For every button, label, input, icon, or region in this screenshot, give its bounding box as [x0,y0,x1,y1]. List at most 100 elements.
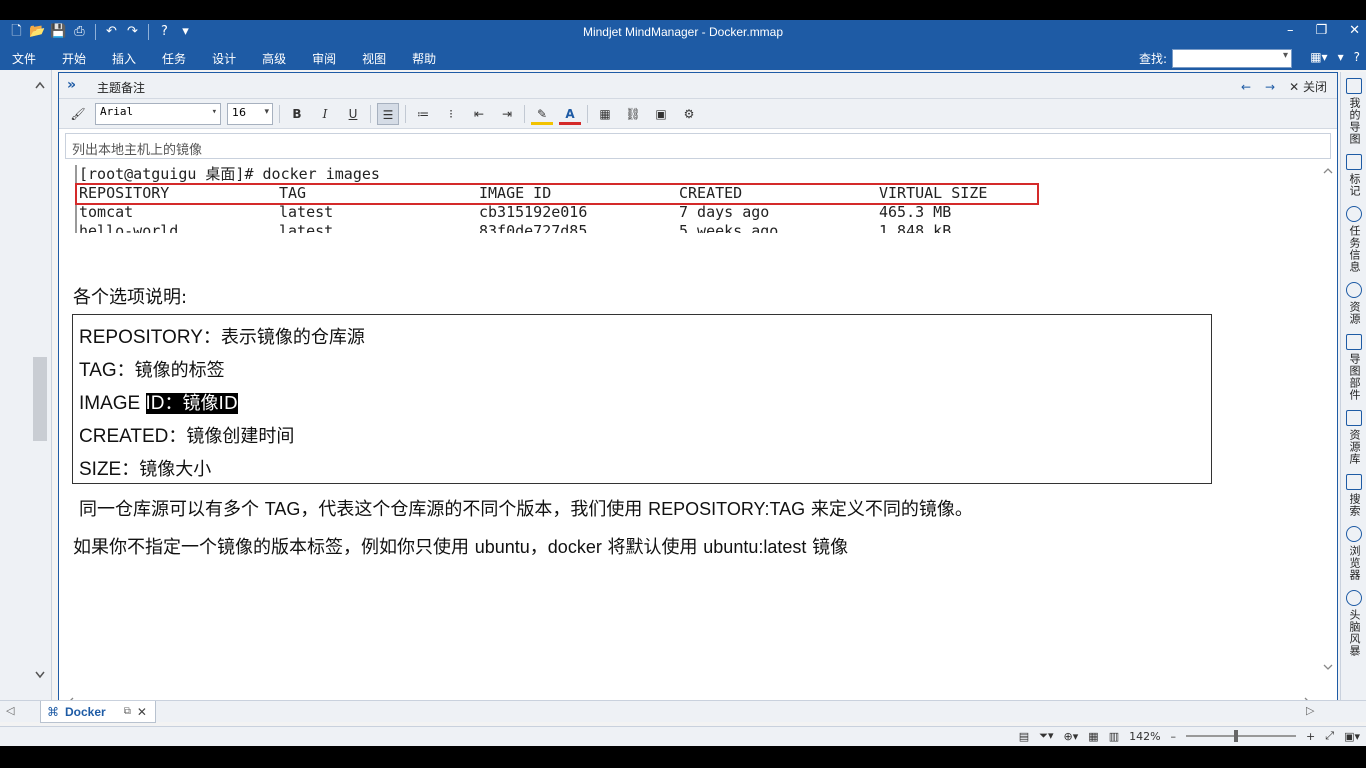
zoom-out-icon[interactable]: – [1171,730,1177,743]
outline-view-icon[interactable]: ▥ [1109,730,1119,743]
header-highlight-box [75,183,1039,205]
menu-view[interactable]: 视图 [362,50,386,67]
terminal-row: tomcat latest cb315192e016 7 days ago 465.3 … [79,203,1075,222]
left-scroll-thumb[interactable] [33,357,47,441]
pane-label: 导图部件 [1348,353,1361,401]
menu-design[interactable]: 设计 [212,50,236,67]
title-bar: 🗋 📂 💾 ⎙ ↶ ↷ ? ▾ Mindjet MindManager - Do… [0,20,1366,46]
format-painter-icon[interactable]: 🖌 [67,103,89,125]
cell-image-id: cb315192e016 [479,203,588,221]
map-parts-icon [1346,334,1362,350]
note-subject[interactable]: 列出本地主机上的镜像 [65,133,1331,159]
pane-library[interactable]: 资源库 [1341,410,1366,468]
menu-insert[interactable]: 插入 [112,50,136,67]
minimize-button[interactable]: – [1287,23,1294,38]
tab-label: Docker [65,704,106,719]
menu-advanced[interactable]: 高级 [262,50,286,67]
tab-scroll-right-icon[interactable]: ▷ [1306,704,1314,717]
menu-file[interactable]: 文件 [12,50,36,67]
pane-task-info[interactable]: 任务信息 [1341,206,1366,276]
definition-desc: ：表示镜像的仓库源 [202,327,365,348]
definition-row: REPOSITORY：表示镜像的仓库源 [79,321,1205,354]
next-topic-icon[interactable]: → [1265,80,1275,94]
cell-image-id: 83f0de727d85 [479,222,588,233]
indent-icon[interactable]: ⇥ [496,103,518,125]
more-options-icon[interactable]: ⚙ [678,103,700,125]
notes-vertical-scrollbar[interactable] [1321,165,1335,673]
resources-icon [1346,282,1362,298]
menu-review[interactable]: 审阅 [312,50,336,67]
help-circle-icon[interactable]: ? [1354,50,1360,64]
find-input[interactable] [1172,49,1293,68]
restore-button[interactable]: ❐ [1315,23,1327,38]
window-title: Mindjet MindManager - Docker.mmap [582,25,784,39]
status-right: ▤ ⏷▾ ⊕▾ ▦ ▥ 142% – + ⤢ ▣▾ [1019,729,1360,743]
search-icon [1346,474,1362,490]
para-text: 镜像 [806,537,849,558]
pane-map-parts[interactable]: 导图部件 [1341,334,1366,404]
outdent-icon[interactable]: ⇤ [468,103,490,125]
pane-my-maps[interactable]: 我的导图 [1341,78,1366,148]
pane-resources[interactable]: 资源 [1341,282,1366,328]
fit-map-icon[interactable]: ⤢ [1325,729,1334,743]
hyperlink-icon[interactable]: ⛓ [622,103,644,125]
tab-docker[interactable]: ⌘ Docker ⧉ ✕ [40,701,156,723]
font-color-icon[interactable]: A [559,103,581,125]
para-text: ，代表这个仓库源的不同个版本，我们使用 [300,499,649,520]
menu-help[interactable]: 帮助 [412,50,436,67]
font-size-select[interactable]: 16 [227,102,273,125]
definition-row: IMAGE ID：镜像ID [79,387,1205,420]
para-text: 将默认使用 [601,537,704,558]
map-view-icon[interactable]: ▦ [1088,730,1098,743]
pane-label: 资源库 [1348,429,1361,465]
zoom-in-icon[interactable]: + [1306,730,1315,743]
prev-topic-icon[interactable]: ← [1241,80,1251,94]
menu-task[interactable]: 任务 [162,50,186,67]
numbered-list-icon[interactable]: ≔ [412,103,434,125]
definition-desc: ：镜像的标签 [116,360,225,381]
collapse-panel-icon[interactable]: » [67,77,76,93]
pane-label: 搜索 [1348,493,1361,517]
selected-text: ID：镜像ID [145,393,238,414]
notes-header: » 主题备注 ← → ✕ 关闭 [59,73,1337,99]
zoom-slider[interactable] [1186,730,1297,742]
underline-button[interactable]: U [342,103,364,125]
para-text: ， [529,537,548,558]
ribbon-options-icon[interactable]: ▾ [1338,50,1344,64]
table-icon[interactable]: ▦ [594,103,616,125]
terminal-prompt: [root@atguigu 桌面]# docker images [79,165,380,183]
panel-toggle-icon[interactable]: ▣▾ [1344,730,1360,743]
markers-icon [1346,154,1362,170]
close-notes-label: 关闭 [1302,80,1327,94]
highlight-color-icon[interactable]: ✎ [531,103,553,125]
pane-brainstorm[interactable]: 头脑风暴 [1341,590,1366,660]
filter-icon[interactable]: ⏷▾ [1039,729,1053,743]
pane-search[interactable]: 搜索 [1341,474,1366,520]
tab-scroll-left-icon[interactable]: ◁ [6,704,14,717]
pane-browser[interactable]: 浏览器 [1341,526,1366,584]
definition-row: CREATED：镜像创建时间 [79,420,1205,453]
pane-label: 浏览器 [1348,545,1361,581]
pane-markers[interactable]: 标记 [1341,154,1366,200]
layout-icon[interactable]: ▦▾ [1310,50,1327,64]
bullet-list-icon[interactable]: ⁝ [440,103,462,125]
align-left-icon[interactable]: ☰ [377,102,399,125]
close-notes-button[interactable]: ✕ 关闭 [1289,78,1327,95]
tab-float-icon[interactable]: ⧉ [124,706,131,717]
left-overview-pane [0,70,52,704]
font-family-select[interactable]: Arial [95,102,221,125]
toolbar-separator [587,104,588,123]
menu-bar: 文件 开始 插入 任务 设计 高级 审阅 视图 帮助 查找: ▦▾ ▾ ? [0,46,1366,70]
italic-button[interactable]: I [314,103,336,125]
image-icon[interactable]: ▣ [650,103,672,125]
library-icon [1346,410,1362,426]
layout-mode-icon[interactable]: ⊕▾ [1064,730,1079,743]
bold-button[interactable]: B [286,103,308,125]
close-window-button[interactable]: ✕ [1349,23,1360,38]
tab-close-icon[interactable]: ✕ [137,705,147,719]
notes-view-icon[interactable]: ▤ [1019,730,1029,743]
note-content[interactable]: [root@atguigu 桌面]# docker images REPOSIT… [65,165,1317,695]
para-text: docker [547,537,602,557]
toolbar-separator [405,104,406,123]
menu-home[interactable]: 开始 [62,50,86,67]
